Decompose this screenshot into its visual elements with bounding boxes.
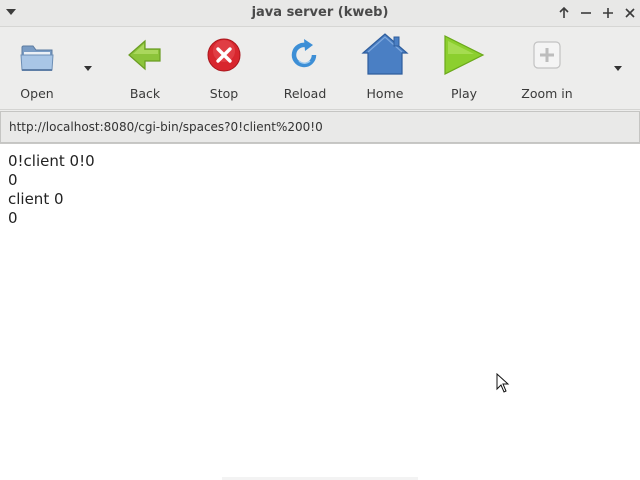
window-title: java server (kweb)	[251, 5, 389, 20]
play-label: Play	[450, 86, 478, 101]
home-label: Home	[366, 86, 404, 101]
stop-icon	[207, 38, 241, 72]
window-close-button[interactable]	[621, 3, 639, 23]
window-shade-button[interactable]	[555, 3, 573, 23]
arrow-up-icon	[559, 6, 569, 18]
content-line: client 0	[8, 190, 64, 208]
zoom-in-label: Zoom in	[521, 86, 573, 101]
url-input[interactable]	[0, 111, 640, 143]
play-button[interactable]: Play	[429, 33, 499, 105]
maximize-icon	[603, 8, 613, 18]
arrow-left-icon	[128, 39, 161, 71]
browser-window: java server (kweb) Open Back Stop Reload…	[0, 0, 640, 480]
folder-icon	[20, 45, 54, 71]
toolbar-overflow-icon[interactable]	[614, 66, 622, 71]
open-dropdown-icon[interactable]	[84, 66, 92, 71]
reload-button[interactable]: Reload	[270, 33, 340, 105]
home-icon	[361, 33, 409, 75]
zoom-in-button[interactable]: Zoom in	[512, 33, 582, 105]
toolbar: Open Back Stop Reload Home Play Zoom in	[0, 27, 640, 110]
title-bar: java server (kweb)	[0, 0, 640, 27]
zoom-in-icon	[533, 41, 561, 69]
back-button[interactable]: Back	[110, 33, 180, 105]
address-bar	[0, 110, 640, 144]
open-button[interactable]: Open	[2, 33, 72, 105]
home-button[interactable]: Home	[350, 33, 420, 105]
minimize-icon	[581, 12, 591, 14]
window-maximize-button[interactable]	[599, 3, 617, 23]
window-minimize-button[interactable]	[577, 3, 595, 23]
stop-button[interactable]: Stop	[189, 33, 259, 105]
content-line: 0!client 0!0	[8, 152, 95, 170]
content-line: 0	[8, 209, 18, 227]
reload-icon	[291, 39, 317, 68]
play-icon	[444, 35, 485, 75]
page-content: 0!client 0!0 0 client 0 0	[0, 144, 640, 480]
content-line: 0	[8, 171, 18, 189]
close-icon	[625, 8, 635, 18]
stop-label: Stop	[209, 86, 239, 101]
reload-label: Reload	[283, 86, 327, 101]
mouse-pointer-icon	[496, 372, 510, 397]
back-label: Back	[129, 86, 161, 101]
open-label: Open	[20, 86, 54, 101]
